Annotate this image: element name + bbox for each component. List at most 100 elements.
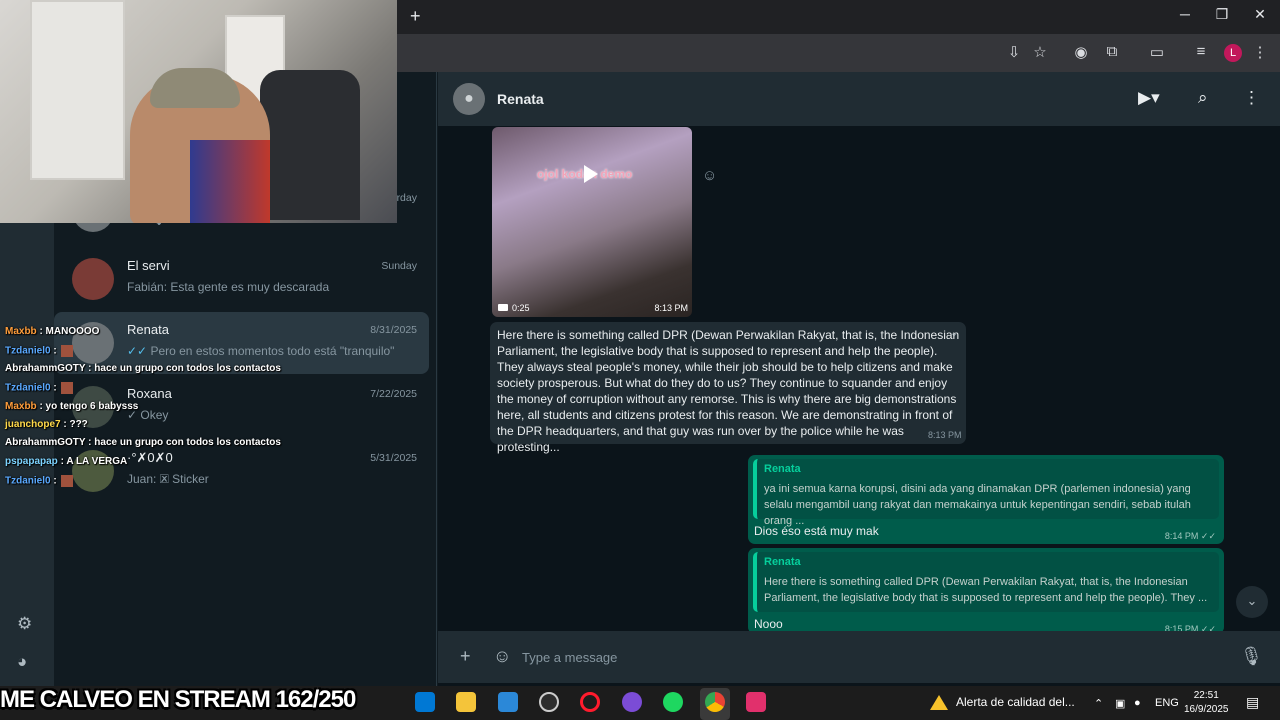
contact-name[interactable]: Renata [497,91,544,107]
stream-chat-username: pspapapap [5,456,58,467]
tiktok-icon[interactable] [746,692,766,712]
tray-mic-icon[interactable]: ● [1134,697,1141,709]
air-quality-alert[interactable]: Alerta de calidad del... [930,695,1075,711]
message-text: Nooo [754,617,783,631]
quoted-message[interactable]: Renata Here there is something called DP… [753,552,1219,612]
cast-icon[interactable]: ▭ [1147,43,1167,61]
message-composer: + ☺ 🎙 [438,631,1280,683]
chat-preview: ✓✓ Pero en estos momentos todo está "tra… [127,344,394,358]
react-emoji-icon[interactable]: ☺ [702,167,717,184]
language-indicator[interactable]: ENG [1155,697,1179,709]
install-app-icon[interactable]: ⇩ [1004,43,1024,61]
maximize-button[interactable]: ❐ [1207,6,1237,23]
search-icon[interactable]: ⌕ [1198,88,1208,108]
quote-author: Renata [764,463,801,475]
outlook-app-icon[interactable] [415,692,435,712]
incoming-message[interactable]: ⌄ Here there is something called DPR (De… [490,322,966,454]
file-explorer-icon[interactable] [456,692,476,712]
video-call-icon[interactable]: ▶▾ [1138,88,1160,108]
system-clock[interactable]: 22:51 16/9/2025 [1184,689,1229,717]
chat-date: 8/31/2025 [370,324,417,336]
scroll-down-button[interactable]: ⌄ [1236,586,1268,618]
spotify-icon[interactable] [663,692,683,712]
video-message[interactable]: ojol kodan demo 0:25 8:13 PM [492,127,692,317]
clock-time: 22:51 [1193,690,1219,701]
discord-icon[interactable] [622,692,642,712]
stream-chat-username: Maxbb [5,401,37,412]
read-ticks-icon: ✓✓ [127,344,148,358]
webcam-flag [190,140,270,223]
message-time: 8:14 PM ✓✓ [1164,531,1216,541]
browser-menu-icon[interactable]: ⋮ [1250,43,1270,61]
webcam-background [30,0,125,180]
message-time: 8:13 PM [928,430,962,440]
stream-chat-username: AbrahammGOTY [5,437,86,448]
stream-chat-username: Tzdaniel0 [5,382,51,394]
stream-chat-message: Maxbb : yo tengo 6 babysss [5,401,138,412]
stream-chat-username: Tzdaniel0 [5,345,51,357]
extension-icon[interactable]: ◉ [1071,43,1091,61]
warning-icon [930,695,948,711]
extensions-puzzle-icon[interactable]: ⧉ [1102,43,1122,60]
chat-preview-text: Pero en estos momentos todo está "tranqu… [150,344,395,358]
chat-name: El servi [127,258,170,273]
stream-chat-text: : hace un grupo con todos los contactos [85,437,281,448]
outgoing-message[interactable]: Renata Here there is something called DP… [748,548,1224,634]
quote-text: ya ini semua karna korupsi, disini ada y… [764,483,1191,527]
opera-icon[interactable] [580,692,600,712]
stream-chat-message: juanchope7 : ??? [5,419,88,430]
stream-chat-message: pspapapap : A LA VERGA [5,456,127,467]
chat-list-item[interactable]: ·°✗0✗0 5/31/2025 Juan: 🗷 Sticker [54,440,429,502]
emote-icon [61,345,74,357]
notifications-icon[interactable]: ▤ [1246,694,1259,711]
webcam-overlay [0,0,397,223]
avatar [72,258,114,300]
chat-list-item[interactable]: El servi Sunday Fabián: Esta gente es mu… [54,248,429,310]
close-window-button[interactable]: ✕ [1245,6,1275,23]
store-app-icon[interactable] [498,692,518,712]
chat-preview: Fabián: Esta gente es muy descarada [127,280,330,294]
emoji-sticker-icon[interactable]: ☺ [493,646,511,667]
chat-name: Roxana [127,386,172,401]
media-control-icon[interactable]: ≡ [1191,43,1211,60]
play-icon[interactable] [584,165,598,183]
stream-chat-message: AbrahammGOTY : hace un grupo con todos l… [5,437,281,448]
stream-chat-text: : A LA VERGA [57,456,128,467]
bookmark-star-icon[interactable]: ☆ [1030,43,1050,61]
settings-gear-icon[interactable]: ⚙ [17,614,32,634]
stream-chat-message: Tzdaniel0 : [5,475,75,487]
screen: + ─ ❐ ✕ ⇩ ☆ ◉ ⧉ ▭ ≡ L ⋮ ⚙ ◕ rday ✓✓ 🎙 0:… [0,0,1280,720]
stream-chat-text: : ??? [60,419,88,430]
stream-chat-message: Tzdaniel0 : [5,382,75,394]
quote-text: Here there is something called DPR (Dewa… [764,576,1208,604]
minimize-button[interactable]: ─ [1170,6,1200,22]
message-text: Here there is something called DPR (Dewa… [497,328,960,454]
app-icon[interactable] [539,692,559,712]
chat-name: Renata [127,322,169,337]
stream-chat-message: Tzdaniel0 : [5,345,75,357]
chat-date: Sunday [381,260,417,272]
stream-chat-text: : [50,475,60,487]
chat-date: 5/31/2025 [370,452,417,464]
stream-chat-text: : [50,382,60,394]
microphone-icon[interactable]: 🎙 [1240,646,1263,667]
quoted-message[interactable]: Renata ya ini semua karna korupsi, disin… [753,459,1219,527]
stream-chat-username: Tzdaniel0 [5,475,51,487]
chat-date: rday [396,192,417,204]
outgoing-message[interactable]: Renata ya ini semua karna korupsi, disin… [748,455,1224,544]
chrome-icon[interactable] [705,692,725,712]
stream-chat-text: : [50,345,60,357]
video-camera-icon [498,304,508,311]
conversation-header[interactable]: ● Renata ▶▾ ⌕ ⋮ [438,72,1280,126]
attach-plus-icon[interactable]: + [460,646,471,667]
tray-app-icon[interactable]: ▣ [1115,697,1125,710]
profile-avatar[interactable]: L [1224,44,1242,62]
profile-picture-icon[interactable]: ◕ [17,652,27,672]
chat-preview: Juan: 🗷 Sticker [127,472,209,486]
webcam-cap [150,68,240,108]
tray-chevron-up-icon[interactable]: ⌃ [1094,697,1103,710]
menu-kebab-icon[interactable]: ⋮ [1243,88,1260,108]
new-tab-button[interactable]: + [410,6,421,27]
contact-avatar-icon[interactable]: ● [453,83,485,115]
message-input[interactable] [522,641,1222,673]
